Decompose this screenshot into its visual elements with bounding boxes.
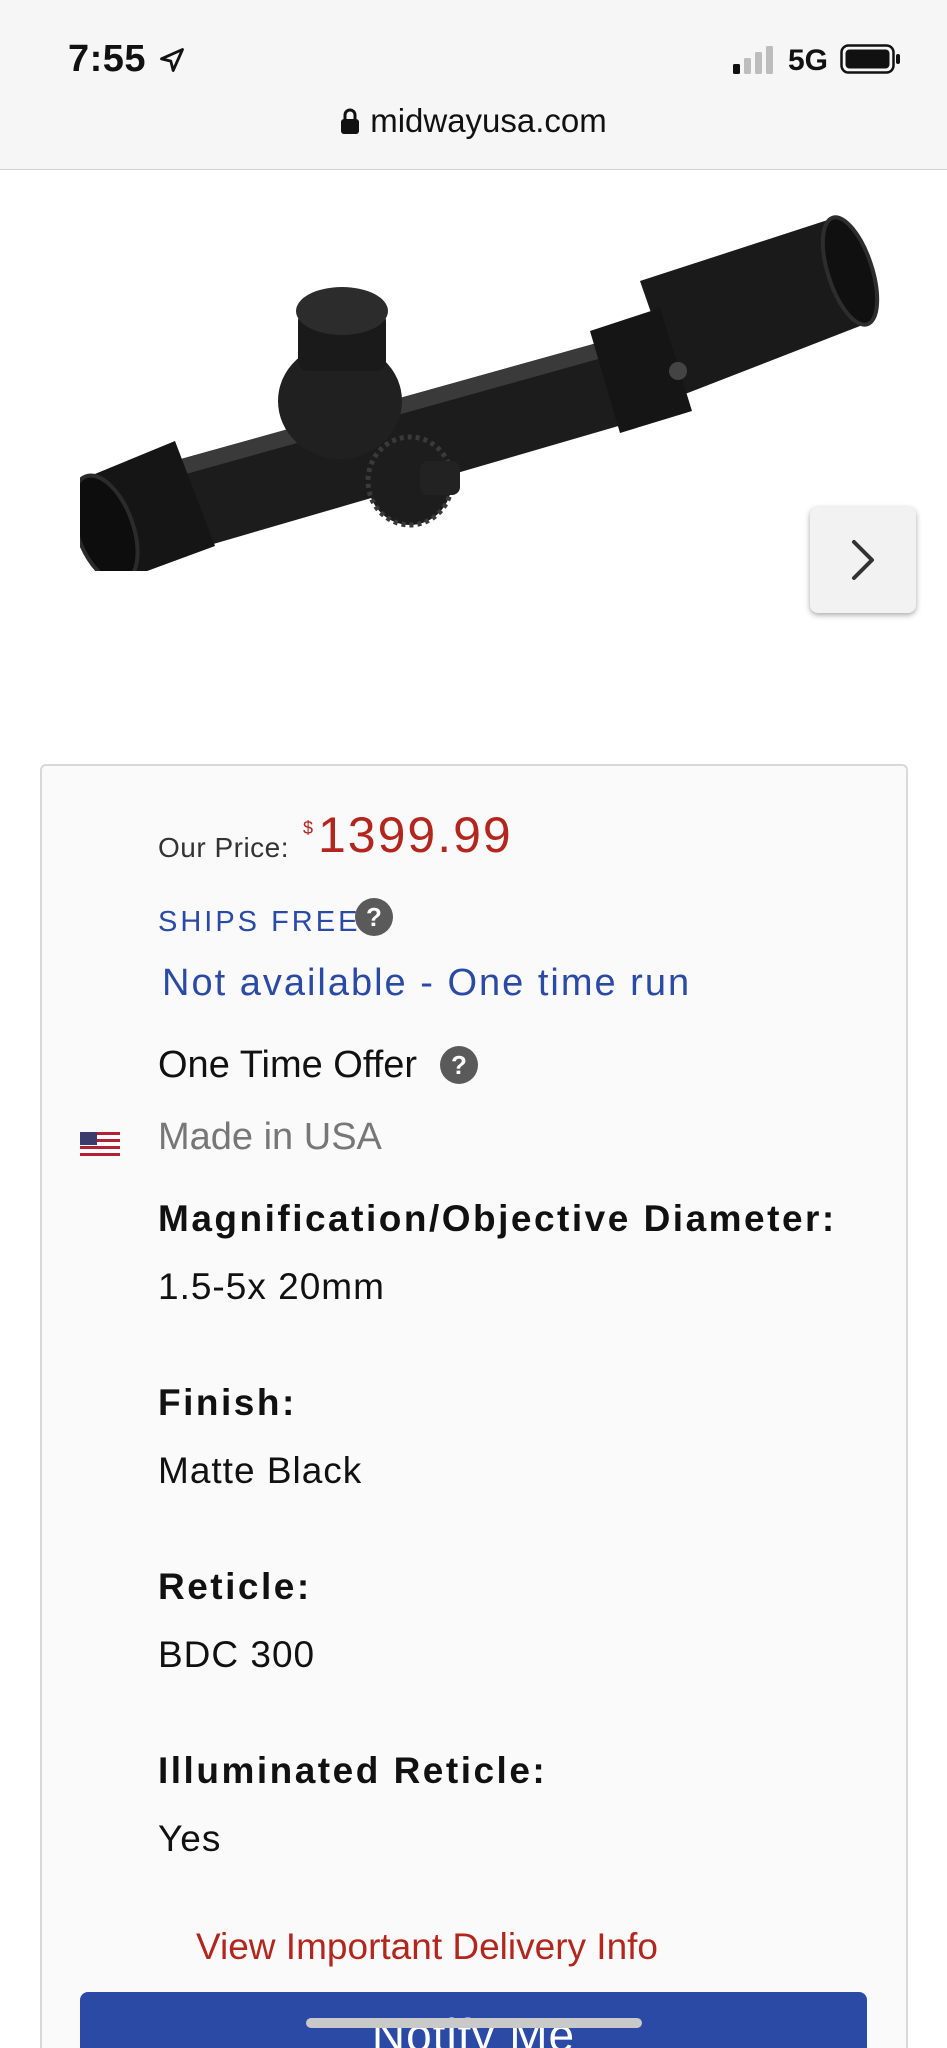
chevron-right-icon	[852, 540, 874, 580]
price-value: 1399.99	[318, 807, 513, 863]
spec-value-finish: Matte Black	[158, 1450, 363, 1491]
spec-label-reticle: Reticle:	[158, 1566, 312, 1607]
network-type: 5G	[788, 44, 829, 77]
shipping-badge: SHIPS FREE	[158, 906, 361, 938]
availability-status: Not available - One time run	[162, 962, 692, 1004]
spec-value-reticle: BDC 300	[158, 1634, 316, 1675]
offer-text: One Time Offer	[158, 1044, 418, 1086]
offer-help-icon[interactable]: ?	[440, 1046, 478, 1084]
price-label: Our Price:	[158, 832, 290, 863]
product-image-gallery[interactable]	[0, 171, 947, 711]
status-time: 7:55	[68, 38, 147, 80]
next-image-button[interactable]	[810, 507, 916, 613]
address-bar[interactable]: midwayusa.com	[0, 102, 947, 140]
url-text: midwayusa.com	[370, 102, 607, 139]
lock-icon	[341, 108, 360, 134]
origin-text: Made in USA	[158, 1116, 382, 1158]
spec-value-magnification: 1.5-5x 20mm	[158, 1266, 385, 1307]
spec-label-magnification: Magnification/Objective Diameter:	[158, 1198, 837, 1239]
price-currency: $	[303, 818, 314, 838]
cellular-signal-icon	[733, 46, 773, 74]
browser-header: 7:55 5G midwayusa.com	[0, 0, 947, 170]
product-image	[80, 215, 880, 571]
location-arrow-icon	[160, 48, 184, 72]
spec-value-illuminated: Yes	[158, 1818, 222, 1859]
home-indicator	[306, 2018, 642, 2028]
delivery-info-link[interactable]: View Important Delivery Info	[196, 1926, 658, 1968]
battery-icon	[840, 44, 900, 74]
spec-label-illuminated: Illuminated Reticle:	[158, 1750, 548, 1791]
us-flag-icon	[80, 1132, 120, 1156]
shipping-help-icon[interactable]: ?	[355, 898, 393, 936]
spec-label-finish: Finish:	[158, 1382, 297, 1423]
